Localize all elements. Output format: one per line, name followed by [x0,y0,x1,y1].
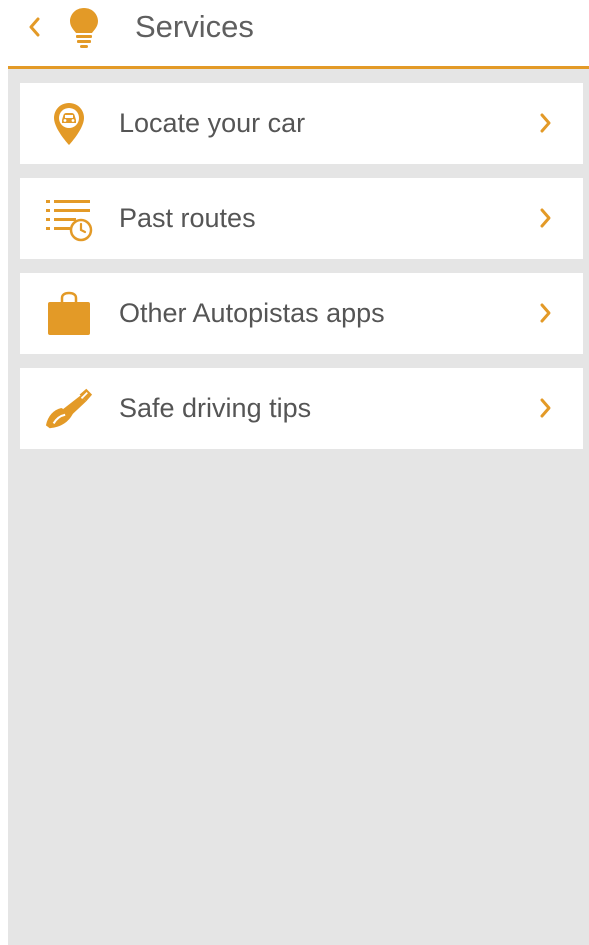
chevron-right-icon [540,208,551,228]
top-bar: Services [0,0,589,69]
menu-item-label: Safe driving tips [119,393,312,423]
shopping-bag-icon [44,291,94,337]
car-location-pin-icon [44,101,94,147]
page-title: Services [135,9,254,44]
menu-item-label: Locate your car [119,108,306,138]
chevron-right-icon [540,303,551,323]
chevron-right-icon [540,113,551,133]
chevron-right-icon [540,398,551,418]
menu-item-other-apps[interactable]: Other Autopistas apps [20,273,583,354]
menu-item-label: Other Autopistas apps [119,298,385,328]
lightbulb-icon [64,6,104,48]
menu-item-past-routes[interactable]: Past routes [20,178,583,259]
road-brush-icon [44,386,94,432]
services-list: Locate your car Past routes Other Autopi… [8,69,589,945]
chevron-left-icon [29,17,40,37]
back-button[interactable] [20,10,48,44]
route-history-icon [44,196,94,242]
menu-item-safe-driving[interactable]: Safe driving tips [20,368,583,449]
menu-item-label: Past routes [119,203,256,233]
menu-item-locate-car[interactable]: Locate your car [20,83,583,164]
